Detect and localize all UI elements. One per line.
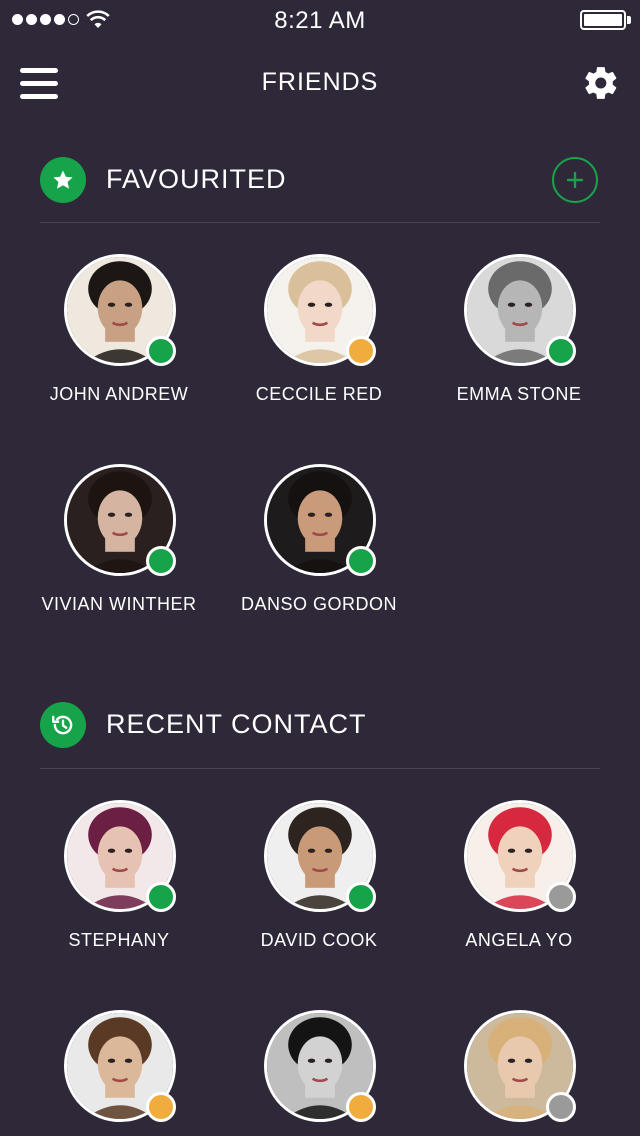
status-time: 8:21 AM	[274, 7, 366, 34]
star-icon	[40, 157, 86, 203]
contact-item[interactable]: DAVID COOK	[219, 800, 419, 980]
favourited-section-header: FAVOURITED	[40, 157, 600, 207]
contact-item[interactable]: EMMA STONE	[419, 254, 619, 434]
recent-section-header: RECENT CONTACT	[40, 702, 600, 752]
contact-item[interactable]: CECCILE RED	[219, 254, 419, 434]
nav-bar: FRIENDS	[0, 50, 640, 120]
contact-item[interactable]: VIVIAN WINTHER	[19, 464, 219, 644]
recent-title: RECENT CONTACT	[106, 709, 367, 739]
status-online-indicator	[146, 546, 176, 576]
contact-name: DAVID COOK	[260, 930, 378, 950]
contact-item[interactable]: STEPHANY	[19, 800, 219, 980]
avatar-wrapper	[464, 800, 576, 912]
status-online-indicator	[346, 546, 376, 576]
favourited-divider	[40, 222, 600, 223]
contact-name: STEPHANY	[68, 930, 170, 950]
avatar-wrapper	[64, 254, 176, 366]
history-icon	[40, 702, 86, 748]
contact-name: JOHN ANDREW	[49, 384, 189, 404]
contact-name: CECCILE RED	[255, 384, 383, 404]
status-online-indicator	[346, 882, 376, 912]
status-away-indicator	[346, 336, 376, 366]
avatar-wrapper	[64, 1010, 176, 1122]
avatar-wrapper	[64, 464, 176, 576]
contact-item[interactable]: ANGELA YO	[419, 800, 619, 980]
contact-item[interactable]	[419, 1010, 619, 1136]
status-offline-indicator	[546, 882, 576, 912]
contact-name: ANGELA YO	[465, 930, 573, 950]
contact-name: EMMA STONE	[456, 384, 582, 404]
battery-icon	[580, 10, 626, 30]
avatar-wrapper	[64, 800, 176, 912]
avatar-wrapper	[264, 254, 376, 366]
page-title: FRIENDS	[261, 68, 379, 96]
avatar-wrapper	[264, 800, 376, 912]
avatar-wrapper	[464, 254, 576, 366]
contact-item[interactable]: DANSO GORDON	[219, 464, 419, 644]
status-offline-indicator	[546, 1092, 576, 1122]
avatar-wrapper	[264, 1010, 376, 1122]
contact-name: DANSO GORDON	[240, 594, 397, 614]
avatar-wrapper	[464, 1010, 576, 1122]
gear-icon[interactable]	[582, 64, 620, 102]
contact-item[interactable]: JOHN ANDREW	[19, 254, 219, 434]
status-online-indicator	[546, 336, 576, 366]
add-favourite-button[interactable]	[552, 157, 598, 203]
avatar-wrapper	[264, 464, 376, 576]
status-bar: 8:21 AM	[0, 0, 640, 40]
contact-item[interactable]	[19, 1010, 219, 1136]
status-online-indicator	[146, 336, 176, 366]
contact-name: VIVIAN WINTHER	[41, 594, 197, 614]
plus-icon	[566, 171, 584, 189]
status-away-indicator	[346, 1092, 376, 1122]
battery-tip	[627, 16, 631, 24]
recent-divider	[40, 768, 600, 769]
favourited-title: FAVOURITED	[106, 164, 287, 194]
contact-item[interactable]	[219, 1010, 419, 1136]
status-away-indicator	[146, 1092, 176, 1122]
status-online-indicator	[146, 882, 176, 912]
